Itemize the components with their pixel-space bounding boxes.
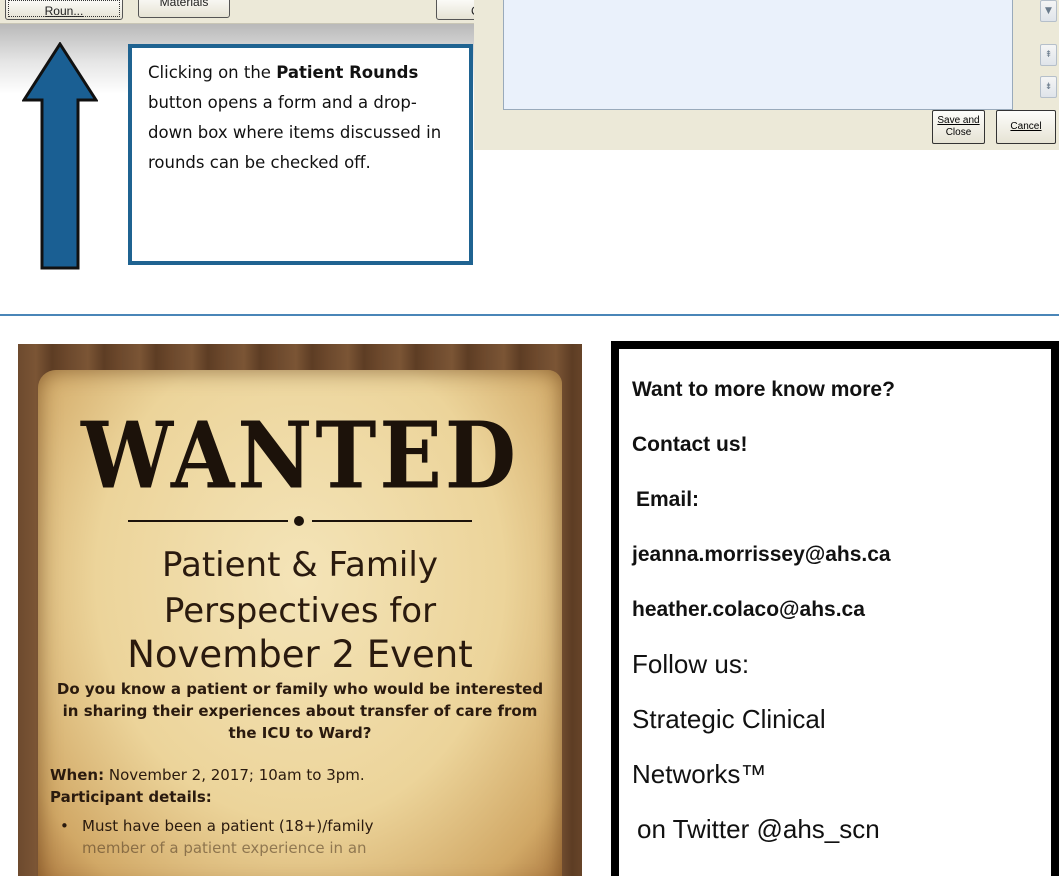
- poster-wanted-title: WANTED: [80, 402, 520, 510]
- scroll-to-top-button[interactable]: ⇞: [1040, 44, 1057, 66]
- callout-text: Clicking on the Patient Rounds button op…: [148, 63, 442, 172]
- poster-question: Do you know a patient or family who woul…: [56, 680, 544, 742]
- scroll-to-bottom-button[interactable]: ⇟: [1040, 76, 1057, 98]
- poster-participant-label: Participant details:: [50, 788, 212, 806]
- wanted-poster: WANTED Patient & Family Perspectives for…: [18, 344, 582, 876]
- follow-label: Follow us:: [632, 649, 750, 679]
- poster-heading-3: November 2 Event: [127, 633, 473, 676]
- scroll-down-button[interactable]: ▼: [1040, 0, 1057, 22]
- poster-heading-1: Patient & Family: [162, 545, 438, 585]
- save-and-close-button[interactable]: Save and Close: [932, 110, 985, 144]
- ornament-divider: [128, 516, 472, 526]
- patient-rounds-button[interactable]: Roun...: [5, 0, 123, 20]
- materials-button[interactable]: Materials: [138, 0, 230, 18]
- poster-heading-2: Perspectives for: [163, 591, 437, 631]
- rounds-checklist[interactable]: [503, 0, 1013, 110]
- email-link-2[interactable]: heather.colaco@ahs.ca: [632, 582, 1051, 637]
- patient-rounds-term: Patient Rounds: [276, 63, 419, 82]
- contact-box: Want to more know more? Contact us! Emai…: [611, 341, 1059, 876]
- poster-when: When: November 2, 2017; 10am to 3pm.: [50, 766, 365, 784]
- up-arrow-icon: [22, 42, 98, 270]
- email-link-1[interactable]: jeanna.morrissey@ahs.ca: [632, 527, 1051, 582]
- twitter-handle[interactable]: on Twitter @ahs_scn: [632, 802, 1051, 857]
- poster-bullet: • Must have been a patient (18+)/family …: [60, 817, 374, 857]
- cancel-button[interactable]: Cancel: [996, 110, 1056, 144]
- instruction-callout: Clicking on the Patient Rounds button op…: [128, 44, 473, 265]
- contact-heading: Want to more know more?: [632, 378, 895, 401]
- email-label: Email:: [636, 488, 700, 511]
- parchment-scroll: WANTED Patient & Family Perspectives for…: [38, 370, 562, 876]
- contact-us: Contact us!: [632, 433, 748, 456]
- section-divider: [0, 314, 1059, 316]
- org-name-line-2: Networks™: [632, 759, 767, 789]
- checklist-scrollbar[interactable]: ▼ ⇞ ⇟: [1040, 0, 1057, 114]
- org-name-line-1: Strategic Clinical: [632, 704, 826, 734]
